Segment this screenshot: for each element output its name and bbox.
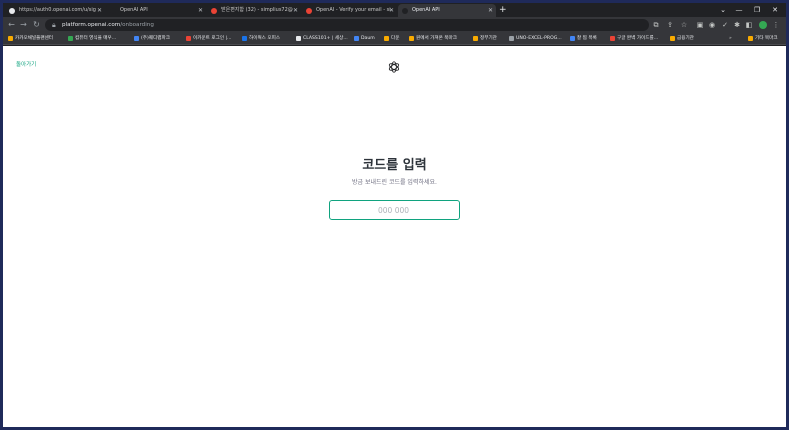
extension-icon[interactable]: ◉: [707, 19, 717, 31]
tab-gmail-inbox[interactable]: 받은편지함 (32) - simplius72@ ✕: [207, 4, 301, 17]
folder-icon: [8, 36, 13, 41]
tab-title: 받은편지함 (32) - simplius72@: [221, 7, 293, 13]
page-subtitle: 방금 보내드린 코드를 입력하세요.: [352, 179, 437, 186]
bookmark-folder[interactable]: 원에서 가져온 북마크: [408, 33, 457, 45]
tab-title: OpenAI API: [120, 7, 148, 13]
folder-icon: [409, 36, 414, 41]
profile-avatar[interactable]: [758, 19, 768, 31]
gmail-icon: [306, 8, 312, 14]
bookmarks-overflow-icon[interactable]: »: [729, 33, 732, 45]
browser-toolbar: ← → ↻ 🔒︎ platform.openai.com/onboarding …: [3, 17, 786, 33]
bookmark-item[interactable]: 카카오채널플랜센터: [7, 33, 53, 45]
tab-openai-api[interactable]: OpenAI API ✕: [106, 4, 206, 17]
browser-window: https://auth0.openai.com/u/sig ✕ OpenAI …: [3, 3, 786, 427]
bookmark-item[interactable]: (주)퀘디랩파크: [133, 33, 170, 45]
minimize-button[interactable]: —: [730, 3, 748, 17]
bookmark-folder[interactable]: 정부기관: [472, 33, 497, 45]
globe-icon: [9, 8, 15, 14]
bookmark-item[interactable]: 잘 찜 목록: [569, 33, 597, 45]
page-title: 코드를 입력: [362, 158, 427, 173]
side-panel-icon[interactable]: ◧: [744, 19, 754, 31]
puzzle-icon[interactable]: ✱: [732, 19, 742, 31]
close-icon[interactable]: ✕: [293, 4, 298, 17]
bookmark-folder[interactable]: 금융기관: [669, 33, 694, 45]
close-icon[interactable]: ✕: [198, 4, 203, 17]
bookmark-icon: [242, 36, 247, 41]
star-icon[interactable]: ☆: [679, 19, 689, 31]
openai-icon: [402, 8, 408, 14]
back-link[interactable]: 돌아가기: [16, 60, 36, 68]
lock-icon: 🔒︎: [52, 21, 56, 29]
bookmark-icon: [610, 36, 615, 41]
new-tab-button[interactable]: +: [499, 3, 507, 17]
openai-icon: [110, 8, 116, 14]
tab-title: OpenAI - Verify your email - si: [316, 7, 391, 13]
tab-gmail-verify[interactable]: OpenAI - Verify your email - si ✕: [302, 4, 397, 17]
bookmark-item[interactable]: UNO-EXCEL-PROG...: [508, 33, 562, 45]
folder-icon: [384, 36, 389, 41]
address-bar[interactable]: 🔒︎ platform.openai.com/onboarding: [45, 19, 649, 31]
bookmark-icon: [68, 36, 73, 41]
extension-icon[interactable]: ▣: [695, 19, 705, 31]
bookmark-folder-other[interactable]: 기타 북마크: [747, 33, 778, 45]
bookmark-icon: [296, 36, 301, 41]
bookmark-icon: [186, 36, 191, 41]
close-icon[interactable]: ✕: [389, 4, 394, 17]
code-input[interactable]: [329, 200, 460, 220]
bookmark-item[interactable]: CLASS101+ | 세상...: [295, 33, 348, 45]
gmail-icon: [211, 8, 217, 14]
menu-icon[interactable]: ⋮: [771, 19, 781, 31]
close-icon[interactable]: ✕: [97, 4, 102, 17]
folder-icon: [473, 36, 478, 41]
bookmark-item[interactable]: 컴퓨터 영식을 매우...: [67, 33, 116, 45]
daum-icon: [354, 36, 359, 41]
url-text: platform.openai.com/onboarding: [62, 22, 154, 28]
bookmark-icon: [134, 36, 139, 41]
bookmark-icon: [570, 36, 575, 41]
translate-icon[interactable]: ⧉: [651, 19, 661, 31]
check-extension-icon[interactable]: ✓: [720, 19, 730, 31]
page-content: 돌아가기 코드를 입력 방금 보내드린 코드를 입력하세요.: [3, 46, 786, 427]
tab-title: OpenAI API: [412, 7, 440, 13]
folder-icon: [748, 36, 753, 41]
bookmark-item[interactable]: Daum: [353, 33, 375, 45]
bookmark-item[interactable]: 이카운트 로그인 |...: [185, 33, 231, 45]
maximize-button[interactable]: ❐: [748, 3, 766, 17]
bookmark-item[interactable]: 하이웍스 오피스: [241, 33, 280, 45]
forward-icon[interactable]: →: [18, 18, 29, 32]
tab-title: https://auth0.openai.com/u/sig: [19, 7, 96, 13]
bookmark-folder[interactable]: 다운: [383, 33, 399, 45]
reload-icon[interactable]: ↻: [31, 18, 42, 32]
tab-strip: https://auth0.openai.com/u/sig ✕ OpenAI …: [3, 3, 786, 17]
back-icon[interactable]: ←: [6, 18, 17, 32]
openai-logo-icon: [388, 61, 400, 73]
share-icon[interactable]: ⇪: [665, 19, 675, 31]
globe-icon: [509, 36, 514, 41]
close-icon[interactable]: ✕: [488, 4, 493, 17]
close-window-button[interactable]: ✕: [766, 3, 784, 17]
bookmarks-bar: 카카오채널플랜센터 컴퓨터 영식을 매우... (주)퀘디랩파크 이카운트 로그…: [3, 33, 786, 45]
tab-auth0[interactable]: https://auth0.openai.com/u/sig ✕: [5, 4, 105, 17]
folder-icon: [670, 36, 675, 41]
tab-openai-api-active[interactable]: OpenAI API ✕: [398, 4, 496, 17]
bookmark-item[interactable]: 구글 완벽 가이드를...: [609, 33, 658, 45]
